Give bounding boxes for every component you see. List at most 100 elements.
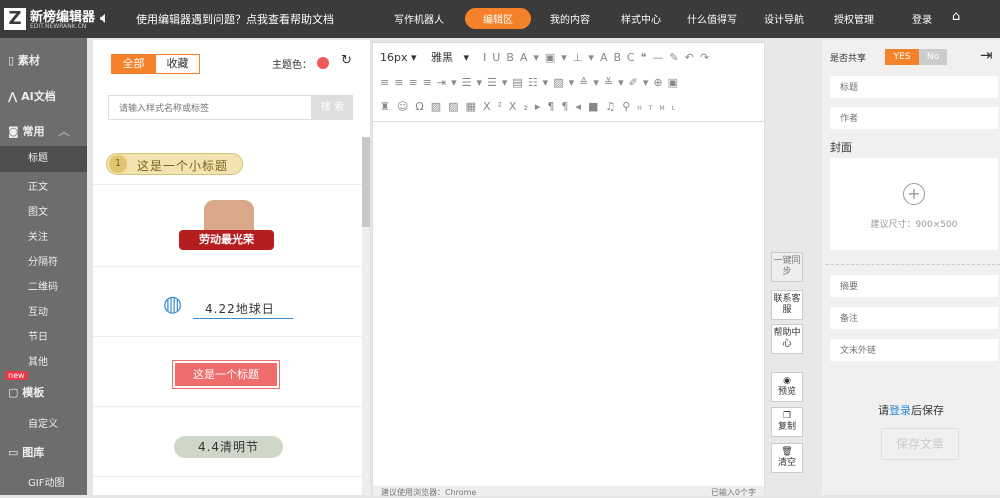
- italic-icon: I: [483, 51, 493, 64]
- editor-content-area[interactable]: [373, 121, 764, 486]
- search-button[interactable]: 搜 索: [312, 95, 353, 120]
- divider: [93, 476, 362, 477]
- one-click-sync-button[interactable]: 一键同步: [771, 252, 803, 282]
- bold-icon: B: [506, 51, 520, 64]
- nav-worth-writing[interactable]: 什么值得写: [687, 11, 737, 26]
- sidebar-item-template[interactable]: ▢ 模板: [0, 384, 87, 400]
- style-item-title[interactable]: 这是一个标题: [172, 360, 280, 389]
- image-icon: ▭: [8, 446, 23, 459]
- style-search-input[interactable]: [108, 95, 312, 120]
- sidebar-item-title[interactable]: 标题: [0, 146, 87, 172]
- multi-image-icon: ▨: [448, 100, 466, 113]
- preview-button[interactable]: ◉ 预览: [771, 372, 803, 402]
- font-size-select[interactable]: 16px ▾: [380, 49, 417, 67]
- sidebar-item-body[interactable]: 正文: [0, 178, 87, 193]
- sidebar-item-image-text[interactable]: 图文: [0, 203, 87, 218]
- refresh-icon[interactable]: ↻: [341, 53, 352, 68]
- format-toolbar-row2[interactable]: ≡≡≡≡⇥▾☰▾☰▾▤☷▾▨▾≙▾≚▾✐▾⊕▣: [380, 74, 683, 92]
- template-icon: ▣: [667, 76, 683, 89]
- sidebar-item-gif[interactable]: GIF动图: [0, 474, 87, 489]
- format-toolbar-row1[interactable]: IUBA▾▣▾⊥▾ABC❝—✎↶↷: [483, 49, 715, 67]
- bg-color-icon: ▣▾: [544, 51, 573, 64]
- style-item-subtitle[interactable]: 1 这是一个小标题: [106, 153, 243, 175]
- sidebar-item-qrcode[interactable]: 二维码: [0, 278, 87, 293]
- sidebar-item-festival[interactable]: 节日: [0, 328, 87, 343]
- save-article-button[interactable]: 保存文章: [881, 428, 959, 460]
- align-left-icon: ≡: [380, 76, 395, 89]
- nav-style-center[interactable]: 样式中心: [621, 11, 661, 26]
- help-notice-link[interactable]: 使用编辑器遇到问题？点我查看帮助文档: [136, 11, 334, 27]
- top-bar: Z 新榜编辑器 EDIT.NEWRANK.CN 🔈︎ 使用编辑器遇到问题？点我查…: [0, 0, 1000, 38]
- eraser-icon: ✎: [669, 51, 685, 64]
- logout-icon[interactable]: ⇥: [980, 46, 993, 64]
- sidebar-item-ai[interactable]: ⋀ AI文档: [0, 88, 87, 104]
- sidebar-item-material[interactable]: ▯ 素材: [0, 52, 87, 68]
- home-icon[interactable]: ⌂: [952, 9, 960, 24]
- sidebar-item-common[interactable]: ◙ 常用 ︿: [0, 123, 87, 139]
- sidebar-item-follow[interactable]: 关注: [0, 228, 87, 243]
- help-center-button[interactable]: 帮助中心: [771, 324, 803, 354]
- sidebar-item-divider[interactable]: 分隔符: [0, 253, 87, 268]
- unordered-list-icon: ☰▾: [487, 76, 513, 89]
- search-replace-icon: ⊕: [653, 76, 668, 89]
- link-icon: ⚲: [622, 100, 638, 113]
- sidebar-item-interact[interactable]: 互动: [0, 303, 87, 318]
- scrollbar[interactable]: [362, 137, 370, 495]
- format-brush-icon: ♜: [380, 100, 397, 113]
- nav-design[interactable]: 设计导航: [764, 11, 804, 26]
- format-toolbar-row3[interactable]: ♜☺Ω▨▨▦X²X₂▸¶¶◂■♫⚲HTML: [380, 98, 682, 116]
- external-link-input[interactable]: [830, 339, 998, 361]
- tab-favorites[interactable]: 收藏: [155, 54, 200, 74]
- login-link[interactable]: 登录: [889, 404, 911, 417]
- share-yes-toggle[interactable]: YES: [885, 49, 919, 65]
- font-color-icon: A▾: [519, 51, 545, 64]
- para-before-icon: ≙▾: [579, 76, 604, 89]
- image-float-icon: ▨▾: [553, 76, 580, 89]
- style-panel: 全部 收藏 主题色： ↻ 搜 索 1 这是一个小标题 劳动最光荣 ◍ 4.22地…: [93, 40, 370, 495]
- template-icon: ▢: [8, 386, 23, 399]
- rtl-icon: ¶◂: [561, 100, 588, 113]
- contact-service-button[interactable]: 联系客服: [771, 290, 803, 320]
- subscript-icon: X₂: [508, 100, 535, 113]
- table-icon: ▤: [512, 76, 528, 89]
- superscript-icon: X²: [482, 100, 509, 113]
- style-item-earth-day[interactable]: ◍ 4.22地球日: [163, 292, 293, 320]
- clear-button[interactable]: 🗑︎ 清空: [771, 443, 803, 473]
- article-settings-panel: 是否共享 YES No ⇥ 封面 + 建议尺寸：900×500 请登录后保存 保…: [822, 40, 1000, 495]
- ordered-list-icon: ☰▾: [461, 76, 488, 89]
- login-prompt: 请登录后保存: [878, 404, 944, 417]
- style-item-labor[interactable]: 劳动最光荣: [179, 200, 274, 252]
- cube-icon: ◙: [8, 125, 23, 138]
- copy-icon: ❐: [782, 411, 792, 421]
- nav-my-content[interactable]: 我的内容: [550, 11, 590, 26]
- underline-icon: U: [492, 51, 507, 64]
- tab-all[interactable]: 全部: [111, 54, 156, 74]
- html-icon: HTML: [637, 105, 682, 112]
- sidebar-item-custom[interactable]: 自定义: [0, 415, 87, 430]
- spellcheck-icon: ABC: [599, 51, 641, 64]
- nav-login[interactable]: 登录: [912, 11, 932, 26]
- chevron-up-icon: ︿: [58, 125, 70, 138]
- share-no-toggle[interactable]: No: [919, 49, 947, 65]
- copy-button[interactable]: ❐ 复制: [771, 407, 803, 437]
- emoji-icon: ☺: [396, 100, 416, 113]
- title-input[interactable]: [830, 76, 998, 98]
- nav-writing-robot[interactable]: 写作机器人: [394, 11, 444, 26]
- note-input[interactable]: [830, 307, 998, 329]
- cover-upload[interactable]: + 建议尺寸：900×500: [830, 158, 998, 250]
- nav-auth[interactable]: 授权管理: [834, 11, 874, 26]
- speaker-icon[interactable]: 🔈︎: [100, 8, 110, 28]
- theme-color-swatch[interactable]: [317, 57, 329, 69]
- author-input[interactable]: [830, 107, 998, 129]
- summary-input[interactable]: [830, 275, 998, 297]
- sidebar-item-other[interactable]: 其他: [0, 353, 87, 368]
- nav-editor[interactable]: 编辑区: [465, 8, 531, 29]
- font-family-select[interactable]: 雅黑 ▾: [431, 49, 469, 67]
- para-after-icon: ≚▾: [603, 76, 629, 89]
- cover-label: 封面: [830, 141, 852, 154]
- style-item-qingming[interactable]: 4.4清明节: [174, 436, 283, 458]
- book-icon: ▯: [8, 54, 18, 67]
- sidebar-item-gallery[interactable]: ▭ 图库: [0, 444, 87, 460]
- divider: [93, 406, 362, 407]
- undo-icon: ↶: [684, 51, 700, 64]
